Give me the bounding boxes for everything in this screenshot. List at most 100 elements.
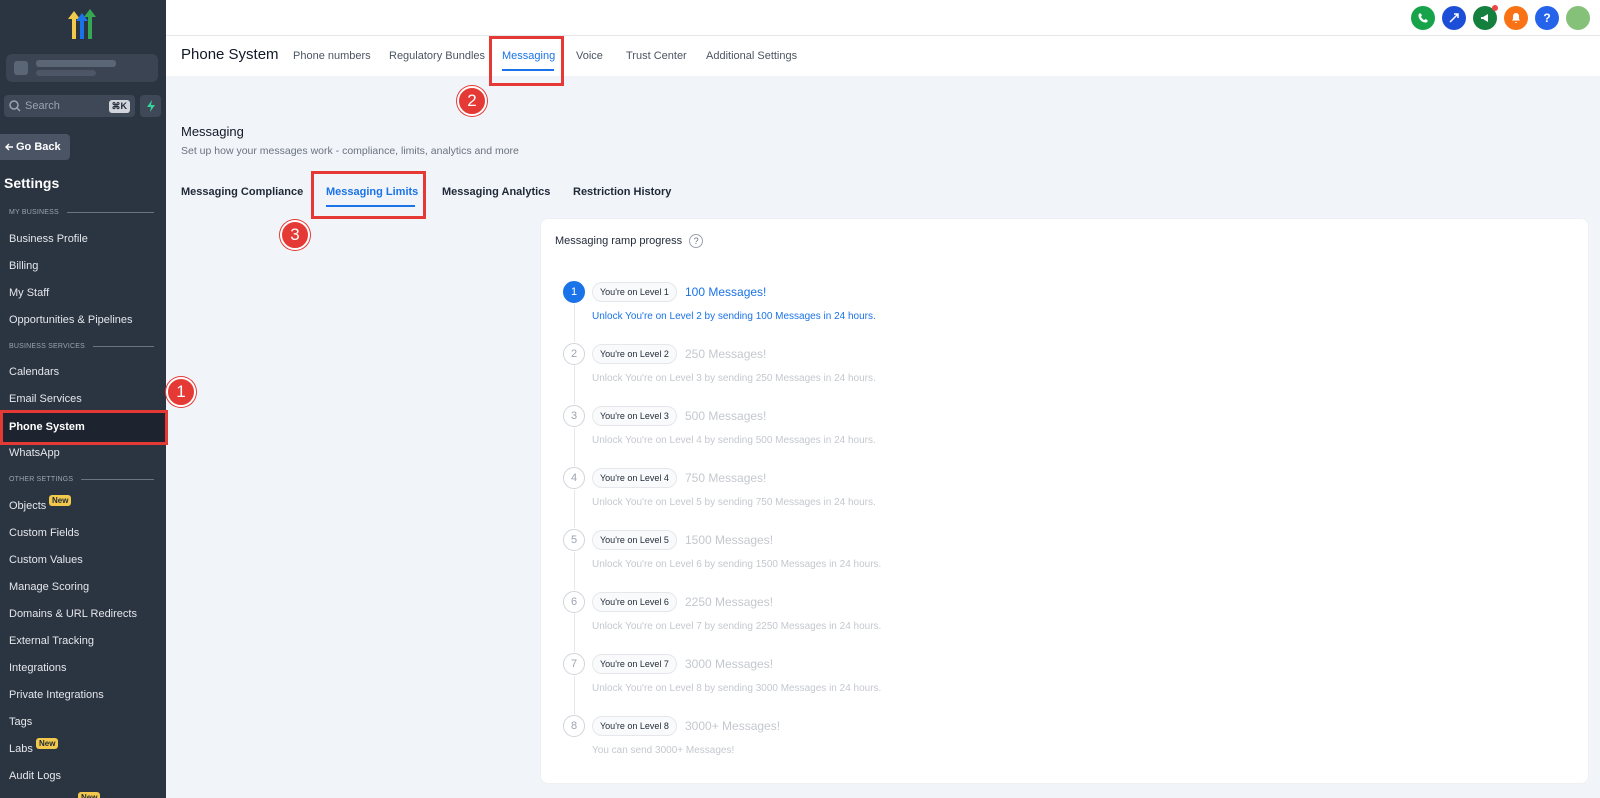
level-unlock-text: Unlock You're on Level 7 by sending 2250… (592, 621, 882, 632)
level-pill: You're on Level 1 (592, 282, 677, 302)
step-number: 3 (563, 405, 585, 427)
notification-dot (1492, 5, 1498, 11)
section-other-settings: OTHER SETTINGS (9, 476, 154, 483)
page-header: Phone System Phone numbers Regulatory Bu… (166, 36, 1600, 76)
level-messages: 100 Messages! (685, 285, 767, 299)
subtab-messaging-compliance[interactable]: Messaging Compliance (181, 186, 303, 198)
help-circle-icon[interactable]: ? (689, 234, 704, 248)
sidebar-item-manage-scoring[interactable]: Manage Scoring (9, 581, 89, 593)
help-icon[interactable]: ? (1535, 6, 1559, 30)
sidebar-item-business-profile[interactable]: Business Profile (9, 233, 88, 245)
level-pill: You're on Level 8 (592, 716, 677, 736)
search-placeholder: Search (25, 100, 60, 112)
tab-voice[interactable]: Voice (576, 50, 603, 62)
level-messages: 750 Messages! (685, 471, 767, 485)
sidebar-item-domains[interactable]: Domains & URL Redirects (9, 608, 137, 620)
level-unlock-text: Unlock You're on Level 5 by sending 750 … (592, 497, 876, 508)
level-step: 3 You're on Level 3 500 Messages! Unlock… (563, 405, 1463, 467)
level-unlock-text: Unlock You're on Level 3 by sending 250 … (592, 373, 876, 384)
subtab-messaging-analytics[interactable]: Messaging Analytics (442, 186, 550, 198)
level-messages: 2250 Messages! (685, 595, 774, 609)
step-number: 4 (563, 467, 585, 489)
go-back-label: Go Back (16, 141, 61, 153)
level-step: 8 You're on Level 8 3000+ Messages! You … (563, 715, 1463, 777)
step-number: 2 (563, 343, 585, 365)
phone-icon[interactable] (1411, 6, 1435, 30)
highlight-messaging-tab (489, 36, 564, 86)
logo-icon[interactable] (62, 9, 102, 41)
level-step: 4 You're on Level 4 750 Messages! Unlock… (563, 467, 1463, 529)
step-number: 7 (563, 653, 585, 675)
link-icon[interactable] (1442, 6, 1466, 30)
level-step: 6 You're on Level 6 2250 Messages! Unloc… (563, 591, 1463, 653)
tab-trust-center[interactable]: Trust Center (626, 50, 687, 62)
level-step: 2 You're on Level 2 250 Messages! Unlock… (563, 343, 1463, 405)
level-unlock-text: Unlock You're on Level 8 by sending 3000… (592, 683, 882, 694)
highlight-messaging-limits (311, 171, 426, 219)
go-back-button[interactable]: Go Back (0, 134, 70, 160)
ramp-progress-card: Messaging ramp progress ? 1 You're on Le… (540, 218, 1589, 784)
level-unlock-text: Unlock You're on Level 6 by sending 1500… (592, 559, 882, 570)
sidebar-item-opportunities[interactable]: Opportunities & Pipelines (9, 314, 133, 326)
tab-regulatory-bundles[interactable]: Regulatory Bundles (389, 50, 485, 62)
level-unlock-text: Unlock You're on Level 4 by sending 500 … (592, 435, 876, 446)
sidebar-item-private-integrations[interactable]: Private Integrations (9, 689, 104, 701)
level-messages: 3000 Messages! (685, 657, 774, 671)
search-shortcut: ⌘K (108, 99, 130, 113)
sidebar-item-objects[interactable]: Objects (9, 500, 46, 512)
sidebar-item-my-staff[interactable]: My Staff (9, 287, 49, 299)
level-pill: You're on Level 7 (592, 654, 677, 674)
level-unlock-text: You can send 3000+ Messages! (592, 745, 735, 756)
card-title: Messaging ramp progress ? (555, 234, 704, 248)
level-step: 7 You're on Level 7 3000 Messages! Unloc… (563, 653, 1463, 715)
sidebar-item-email-services[interactable]: Email Services (9, 393, 82, 405)
level-messages: 250 Messages! (685, 347, 767, 361)
level-messages: 3000+ Messages! (685, 719, 781, 733)
step-number: 8 (563, 715, 585, 737)
quick-action-button[interactable] (140, 95, 161, 117)
tab-phone-numbers[interactable]: Phone numbers (293, 50, 371, 62)
new-badge: New (49, 495, 72, 506)
lightning-icon (146, 100, 155, 112)
section-subtitle: Set up how your messages work - complian… (181, 145, 519, 157)
sidebar-item-custom-values[interactable]: Custom Values (9, 554, 83, 566)
sidebar-item-external-tracking[interactable]: External Tracking (9, 635, 94, 647)
account-switcher[interactable] (6, 54, 158, 82)
level-pill: You're on Level 2 (592, 344, 677, 364)
sidebar-item-audit-logs[interactable]: Audit Logs (9, 770, 61, 782)
level-step: 1 You're on Level 1 100 Messages! Unlock… (563, 281, 1463, 343)
sidebar-item-calendars[interactable]: Calendars (9, 366, 59, 378)
level-pill: You're on Level 3 (592, 406, 677, 426)
sidebar-item-integrations[interactable]: Integrations (9, 662, 66, 674)
sidebar: Search ⌘K Go Back Settings MY BUSINESS B… (0, 0, 166, 798)
tab-additional-settings[interactable]: Additional Settings (706, 50, 797, 62)
step-number: 5 (563, 529, 585, 551)
step-marker-1: 1 (166, 377, 196, 407)
subtab-restriction-history[interactable]: Restriction History (573, 186, 671, 198)
step-number: 1 (563, 281, 585, 303)
sidebar-item-billing[interactable]: Billing (9, 260, 38, 272)
arrow-left-icon (5, 143, 13, 151)
level-unlock-text: Unlock You're on Level 2 by sending 100 … (592, 311, 876, 322)
bell-icon[interactable] (1504, 6, 1528, 30)
level-step: 5 You're on Level 5 1500 Messages! Unloc… (563, 529, 1463, 591)
new-badge: New (78, 792, 101, 798)
step-marker-2: 2 (457, 86, 487, 116)
section-my-business: MY BUSINESS (9, 209, 154, 216)
sidebar-item-custom-fields[interactable]: Custom Fields (9, 527, 79, 539)
level-pill: You're on Level 4 (592, 468, 677, 488)
search-icon (9, 100, 21, 112)
settings-title: Settings (4, 175, 60, 191)
section-business-services: BUSINESS SERVICES (9, 343, 154, 350)
level-pill: You're on Level 5 (592, 530, 677, 550)
top-bar: ? (166, 0, 1600, 36)
avatar[interactable] (1566, 6, 1590, 30)
step-marker-3: 3 (280, 220, 310, 250)
page-title: Phone System (181, 46, 279, 63)
sidebar-item-tags[interactable]: Tags (9, 716, 32, 728)
search-box[interactable]: Search ⌘K (4, 95, 135, 117)
level-pill: You're on Level 6 (592, 592, 677, 612)
level-messages: 1500 Messages! (685, 533, 774, 547)
sidebar-item-whatsapp[interactable]: WhatsApp (9, 447, 60, 459)
sidebar-item-labs[interactable]: Labs (9, 743, 33, 755)
